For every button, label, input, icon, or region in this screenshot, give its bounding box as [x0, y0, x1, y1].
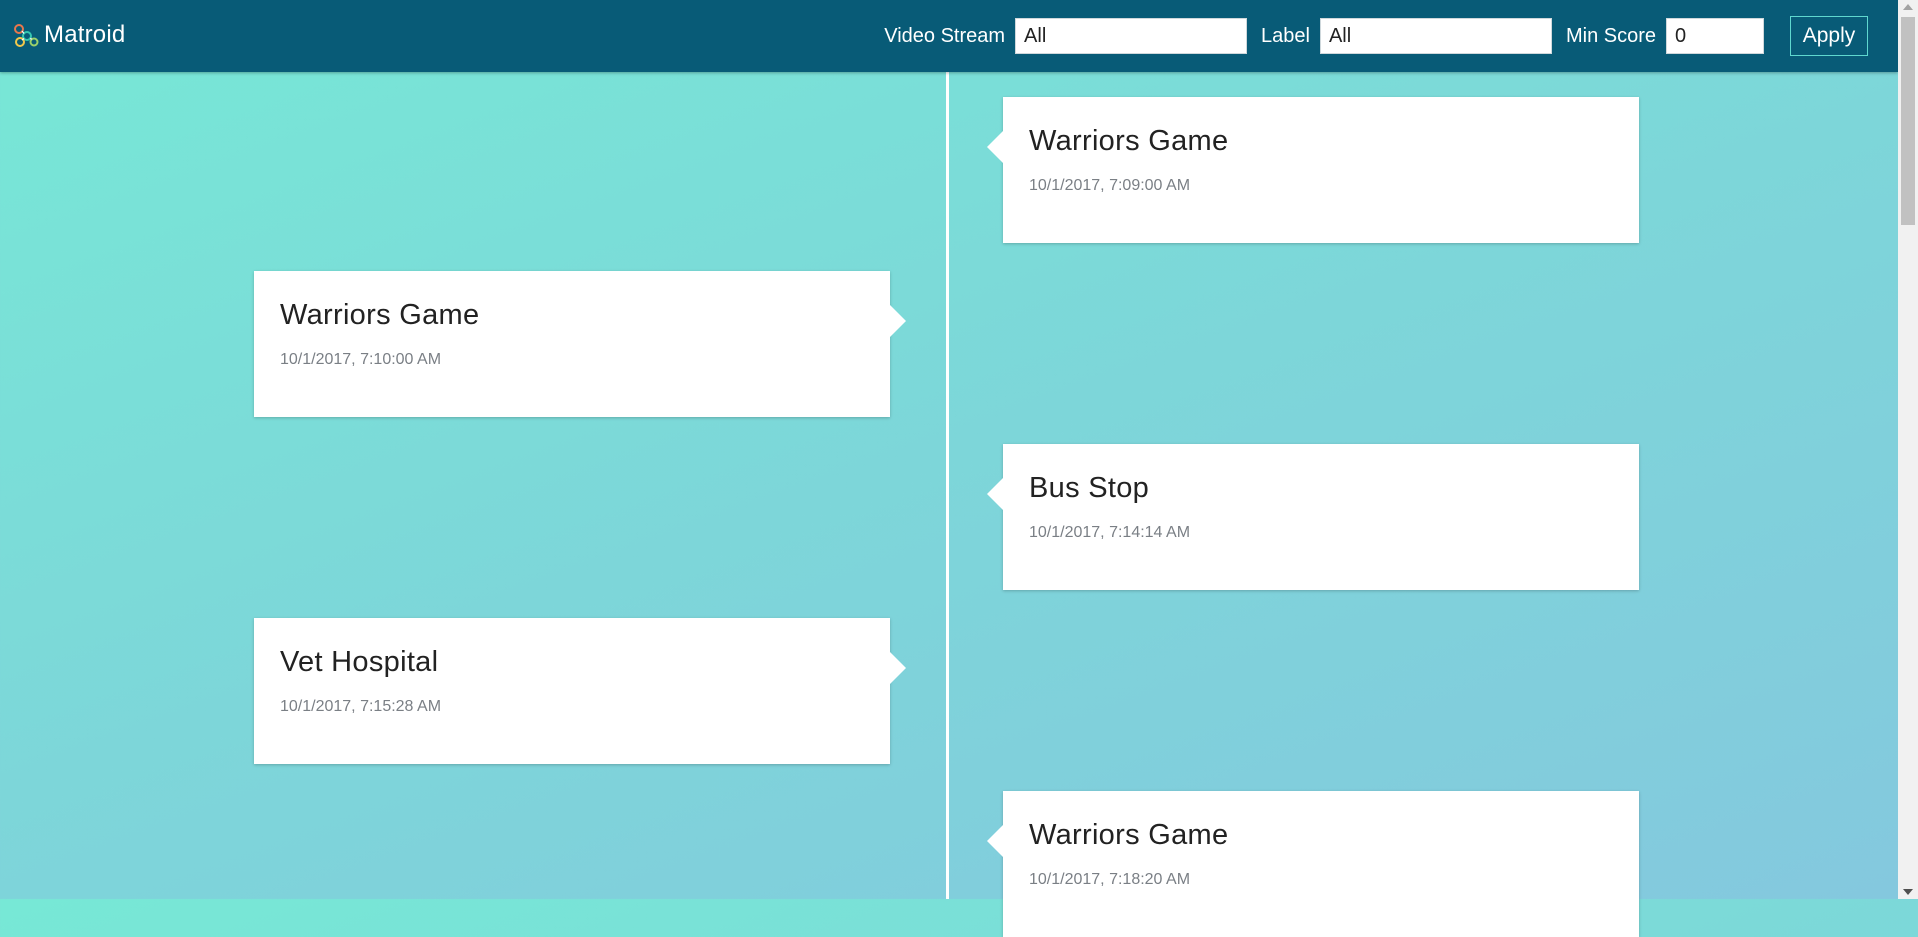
timeline-event-card[interactable]: Vet Hospital 10/1/2017, 7:15:28 AM — [254, 618, 906, 764]
event-timestamp: 10/1/2017, 7:18:20 AM — [1029, 871, 1191, 888]
event-timestamp: 10/1/2017, 7:09:00 AM — [1029, 177, 1191, 194]
event-timestamp: 10/1/2017, 7:10:00 AM — [280, 351, 442, 368]
event-title: Warriors Game — [1029, 819, 1229, 851]
timeline-event-card[interactable]: Bus Stop 10/1/2017, 7:14:14 AM — [987, 444, 1639, 590]
timeline-event-card[interactable]: Warriors Game 10/1/2017, 7:18:20 AM — [987, 791, 1639, 937]
event-title: Bus Stop — [1029, 472, 1150, 504]
brand-name: Matroid — [44, 21, 126, 48]
timeline-event-card[interactable]: Warriors Game 10/1/2017, 7:10:00 AM — [254, 271, 906, 417]
filter-bar: Video Stream Label Min Score Apply — [870, 16, 1868, 56]
top-navbar: Matroid Video Stream Label Min Score App… — [0, 0, 1898, 72]
matroid-logo-icon — [14, 24, 39, 47]
video-stream-label: Video Stream — [884, 24, 1006, 47]
event-title: Vet Hospital — [280, 646, 439, 678]
min-score-input[interactable] — [1666, 18, 1764, 54]
label-filter-label: Label — [1261, 24, 1310, 47]
scroll-up-arrow-icon[interactable] — [1903, 4, 1913, 10]
video-stream-input[interactable] — [1015, 18, 1248, 54]
event-timestamp: 10/1/2017, 7:14:14 AM — [1029, 524, 1191, 541]
label-input[interactable] — [1319, 18, 1552, 54]
apply-button[interactable]: Apply — [1790, 16, 1868, 56]
event-title: Warriors Game — [280, 299, 480, 331]
scroll-down-arrow-icon[interactable] — [1903, 889, 1913, 895]
min-score-label: Min Score — [1565, 24, 1656, 47]
scrollbar-thumb[interactable] — [1901, 17, 1915, 225]
event-timestamp: 10/1/2017, 7:15:28 AM — [280, 698, 442, 715]
vertical-scrollbar[interactable] — [1898, 0, 1918, 899]
timeline-axis — [946, 72, 949, 899]
event-title: Warriors Game — [1029, 125, 1229, 157]
timeline-event-card[interactable]: Warriors Game 10/1/2017, 7:09:00 AM — [987, 97, 1639, 243]
brand-logo[interactable]: Matroid — [12, 20, 125, 50]
